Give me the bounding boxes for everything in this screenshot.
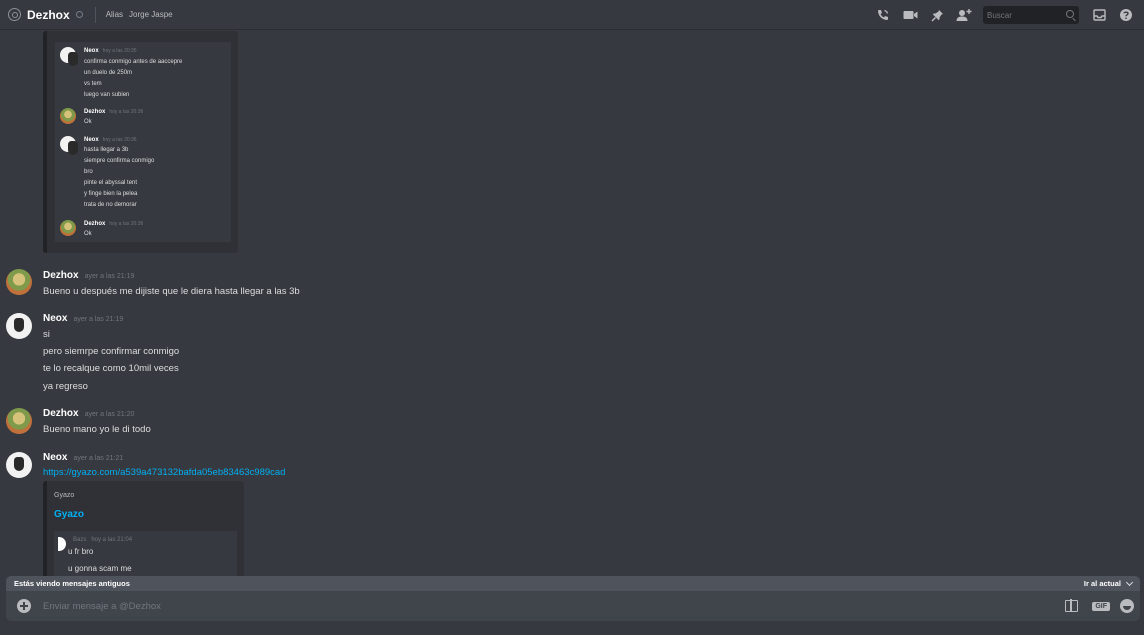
mini-line: siempre confirma conmigo	[84, 158, 155, 164]
inbox-icon[interactable]	[1091, 7, 1107, 23]
embed-preview-author: Bazs hoy a las 21:04	[73, 537, 133, 543]
avatar[interactable]	[6, 408, 32, 434]
message-text: Bueno u después me dijiste que le diera …	[43, 286, 300, 297]
mini-author: Neox hoy a las 20:36	[84, 137, 137, 143]
avatar	[60, 220, 76, 236]
header-toolbar: Buscar	[875, 0, 1144, 30]
status-icon	[75, 11, 83, 18]
message-timestamp: ayer a las 21:21	[73, 455, 124, 462]
mini-line: Ok	[84, 231, 92, 237]
jump-label: Ir al actual	[1083, 579, 1121, 588]
embed-title[interactable]: Gyazo	[54, 509, 84, 520]
old-messages-text: Estás viendo mensajes antiguos	[14, 579, 130, 588]
link-embed: Gyazo Gyazo Bazs hoy a las 21:04 u fr bro…	[43, 481, 244, 576]
alias-label: Alias	[105, 10, 124, 19]
at-icon	[8, 8, 21, 21]
mini-line: pinte el abyssal tent	[84, 180, 138, 186]
avatar	[60, 108, 76, 124]
avatar[interactable]	[6, 269, 32, 295]
gif-button[interactable]: GIF	[1092, 601, 1110, 611]
chevron-down-icon	[1125, 578, 1134, 586]
add-friend-icon[interactable]	[956, 7, 972, 23]
search-placeholder: Buscar	[987, 10, 1012, 20]
channel-header: Dezhox Alias Jorge Jaspe Buscar	[0, 0, 1144, 30]
message-text: si	[43, 329, 50, 340]
composer-actions: GIF	[1065, 591, 1134, 621]
message-author[interactable]: Dezhox ayer a las 21:19	[43, 270, 134, 281]
mini-line: bro	[84, 169, 93, 175]
avatar	[60, 47, 78, 66]
embed-preview-line: u gonna scam me	[68, 564, 132, 573]
message-link[interactable]: https://gyazo.com/a539a473132bafda05eb83…	[43, 467, 285, 478]
channel-name[interactable]: Dezhox	[27, 8, 70, 22]
message-text: pero siemrpe confirmar conmigo	[43, 346, 180, 357]
mini-line: un duelo de 250m	[84, 70, 133, 76]
mini-line: trata de no demorar	[84, 202, 137, 208]
image-attachment[interactable]: Neox hoy a las 20:35 confirma conmigo ant…	[43, 31, 238, 253]
message-text: ya regreso	[43, 381, 88, 392]
mini-author: Dezhox hoy a las 20:36	[84, 109, 144, 115]
embed-provider[interactable]: Gyazo	[54, 492, 74, 499]
search-input[interactable]: Buscar	[983, 6, 1079, 24]
video-icon[interactable]	[902, 7, 918, 23]
message-input[interactable]	[43, 600, 943, 612]
alias-value: Jorge Jaspe	[129, 10, 173, 19]
avatar[interactable]	[6, 452, 32, 478]
gift-icon[interactable]	[1065, 599, 1079, 612]
old-messages-bar: Estás viendo mensajes antiguos Ir al act…	[6, 576, 1140, 591]
avatar	[58, 537, 66, 551]
mini-line: luego van subien	[84, 92, 130, 98]
attachment-screenshot: Neox hoy a las 20:35 confirma conmigo ant…	[55, 42, 231, 242]
message-text: te lo recalque como 10mil veces	[43, 363, 179, 374]
pin-icon[interactable]	[929, 7, 945, 23]
message-author[interactable]: Neox ayer a las 21:19	[43, 313, 123, 324]
mini-line: confirma conmigo antes de aaccepre	[84, 59, 183, 65]
message-composer: GIF	[6, 591, 1140, 621]
message-timestamp: ayer a las 21:19	[84, 273, 135, 280]
upload-plus-icon[interactable]	[17, 599, 31, 613]
jump-to-present-button[interactable]: Ir al actual	[1083, 576, 1134, 591]
mini-line: y finge bien la pelea	[84, 191, 138, 197]
search-icon	[1066, 10, 1074, 18]
mini-line: vs tem	[84, 81, 102, 87]
message-author[interactable]: Dezhox ayer a las 21:20	[43, 408, 134, 419]
embed-thumbnail[interactable]: Bazs hoy a las 21:04 u fr bro u gonna sca…	[54, 531, 237, 576]
message-list[interactable]: Neox hoy a las 20:35 confirma conmigo ant…	[0, 31, 1144, 576]
mini-line: Ok	[84, 119, 92, 125]
header-divider	[94, 6, 96, 23]
mini-line: hasta llegar a 3b	[84, 147, 129, 153]
mini-author: Neox hoy a las 20:35	[84, 48, 137, 54]
embed-preview-line: u fr bro	[68, 547, 94, 556]
emoji-icon[interactable]	[1120, 599, 1134, 613]
call-icon[interactable]	[875, 7, 891, 23]
help-icon[interactable]	[1118, 7, 1134, 23]
message-author[interactable]: Neox ayer a las 21:21	[43, 452, 123, 463]
message-timestamp: ayer a las 21:19	[73, 316, 124, 323]
message-text: Bueno mano yo le di todo	[43, 424, 151, 435]
mini-author: Dezhox hoy a las 20:36	[84, 221, 144, 227]
message-timestamp: ayer a las 21:20	[84, 411, 135, 418]
avatar[interactable]	[6, 313, 32, 339]
avatar	[60, 136, 78, 155]
